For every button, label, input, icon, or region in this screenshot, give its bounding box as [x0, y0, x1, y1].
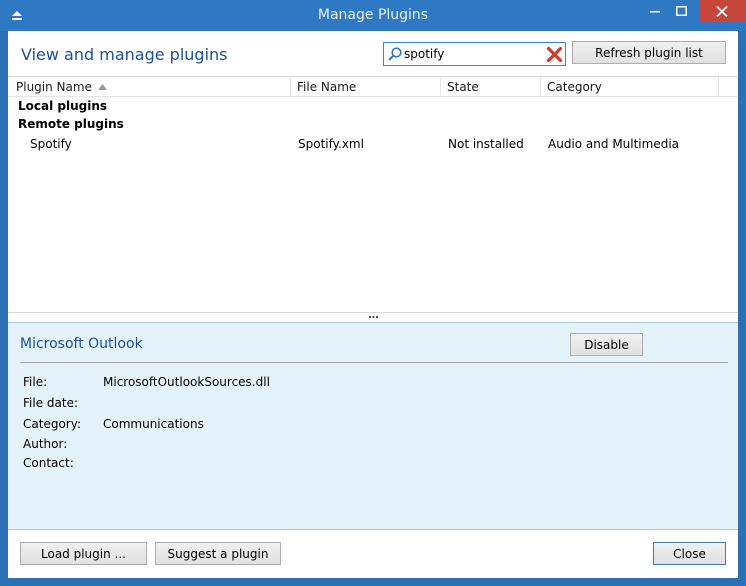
field-value-file: MicrosoftOutlookSources.dll — [103, 375, 270, 389]
cell-plugin-name: Spotify — [30, 137, 72, 151]
grip-dots-icon — [368, 316, 378, 318]
splitter-handle[interactable] — [8, 313, 738, 322]
window-title: Manage Plugins — [317, 7, 429, 23]
divider — [20, 362, 728, 363]
field-label-contact: Contact: — [23, 456, 74, 470]
group-remote-plugins[interactable]: Remote plugins — [18, 117, 124, 131]
field-value-category: Communications — [103, 417, 204, 431]
list-header: Plugin Name File Name State Category — [8, 77, 738, 97]
column-label: Category — [547, 80, 602, 94]
page-title: View and manage plugins — [21, 45, 228, 64]
table-row[interactable]: Spotify Spotify.xml Not installed Audio … — [8, 135, 738, 153]
field-label-author: Author: — [23, 437, 68, 451]
search-box[interactable] — [383, 42, 566, 66]
column-header-plugin-name[interactable]: Plugin Name — [8, 77, 291, 97]
column-header-category[interactable]: Category — [541, 77, 719, 97]
plugin-list[interactable]: Plugin Name File Name State Category Loc… — [8, 76, 738, 313]
column-label: State — [447, 80, 479, 94]
sort-ascending-icon — [97, 84, 107, 90]
maximize-icon — [676, 6, 687, 16]
close-button[interactable]: Close — [653, 542, 726, 565]
dialog-content: View and manage plugins Refresh plugin l… — [8, 31, 738, 578]
minimize-icon — [649, 11, 660, 13]
details-title: Microsoft Outlook — [20, 336, 143, 352]
disable-button[interactable]: Disable — [570, 333, 643, 356]
load-plugin-button[interactable]: Load plugin ... — [20, 542, 147, 565]
column-label: Plugin Name — [16, 80, 92, 94]
group-local-plugins[interactable]: Local plugins — [18, 99, 107, 113]
column-header-state[interactable]: State — [441, 77, 541, 97]
suggest-plugin-button[interactable]: Suggest a plugin — [155, 542, 281, 565]
close-icon — [716, 5, 728, 17]
maximize-button[interactable] — [668, 0, 695, 22]
search-input[interactable] — [404, 45, 542, 63]
column-header-file-name[interactable]: File Name — [291, 77, 441, 97]
clear-icon[interactable] — [546, 46, 563, 63]
cell-state: Not installed — [448, 137, 524, 151]
minimize-button[interactable] — [641, 0, 668, 22]
column-label: File Name — [297, 80, 357, 94]
field-label-category: Category: — [23, 417, 81, 431]
refresh-plugin-list-button[interactable]: Refresh plugin list — [572, 41, 726, 64]
cell-category: Audio and Multimedia — [548, 137, 680, 151]
field-label-file-date: File date: — [23, 396, 78, 410]
field-label-file: File: — [23, 375, 48, 389]
title-bar[interactable]: Manage Plugins — [0, 0, 746, 31]
plugin-details-panel: Microsoft Outlook Disable File: Microsof… — [8, 322, 738, 530]
search-icon — [388, 47, 402, 61]
close-window-button[interactable] — [699, 0, 745, 22]
cell-file-name: Spotify.xml — [298, 137, 364, 151]
